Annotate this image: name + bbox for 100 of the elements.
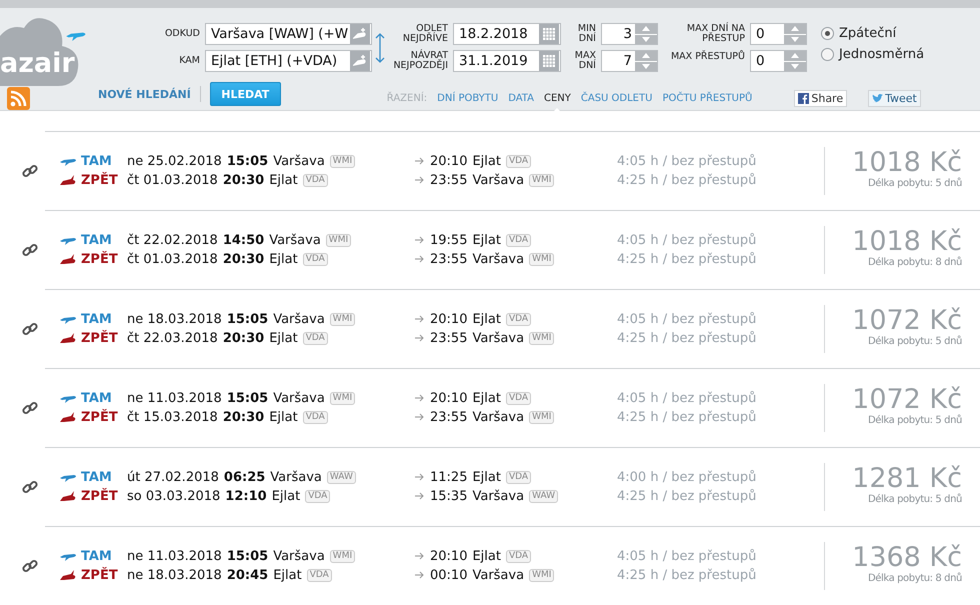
flight-duration: 4:00 h / bez přestupů <box>617 470 758 484</box>
flight-duration: 4:25 h / bez přestupů <box>617 488 758 504</box>
link-icon[interactable] <box>22 162 38 178</box>
arrow-icon <box>415 473 425 481</box>
link-icon[interactable] <box>22 558 38 574</box>
caret-up-icon <box>642 26 650 32</box>
departure-time: 20:30 <box>222 252 264 266</box>
arrival-time: 00:10 <box>430 568 468 582</box>
city-name: Varšava <box>270 470 322 484</box>
stay-length: Délka pobytu: 8 dnů <box>868 572 962 584</box>
airport-code: WMI <box>529 174 554 186</box>
decrement-button[interactable] <box>635 62 657 71</box>
radio-label[interactable]: Zpáteční <box>839 26 896 41</box>
arrival-time: 11:25 <box>430 470 468 484</box>
arrival-time: 20:10 <box>430 548 468 564</box>
airport-code: VDA <box>506 154 532 168</box>
stops-field[interactable]: 0 <box>750 23 807 45</box>
landing-airplane-icon <box>60 570 78 580</box>
flight-date: so 03.03.2018 <box>127 488 220 504</box>
arrival-time: 20:10 <box>430 390 468 406</box>
days-field[interactable]: 7 <box>601 50 658 72</box>
decrement-button[interactable] <box>784 62 806 71</box>
departure-time: 20:45 <box>226 568 268 582</box>
origin-field[interactable]: Varšava [WAW] (+W <box>205 23 372 45</box>
calendar-button[interactable] <box>539 24 559 44</box>
airport-code: VDA <box>302 174 328 186</box>
flight-date: čt 22.03.2018 <box>127 330 218 346</box>
landing-airplane-icon <box>60 490 78 502</box>
radio-label[interactable]: Jednosměrná <box>839 47 924 62</box>
increment-button[interactable] <box>784 24 806 34</box>
airport-code: VDA <box>305 490 330 502</box>
landing-airplane-icon <box>60 412 78 422</box>
link-icon[interactable] <box>22 400 38 416</box>
city-name: Varšava <box>472 252 524 266</box>
flight-duration: 4:25 h / bez přestupů <box>617 172 758 188</box>
increment-button[interactable] <box>635 24 657 34</box>
city-name: Varšava <box>273 548 325 564</box>
city-name: Ejlat <box>273 568 302 582</box>
flight-date: ne 18.03.2018 <box>127 568 222 582</box>
calendar-button[interactable] <box>539 51 559 71</box>
link-icon[interactable] <box>22 478 38 494</box>
city-name: Varšava <box>273 390 325 406</box>
increment-button[interactable] <box>784 51 806 60</box>
tweet-button[interactable]: Tweet <box>868 90 921 106</box>
departure-time: 15:05 <box>226 390 268 406</box>
city-name: Varšava <box>472 172 524 188</box>
direction-label: TAM <box>81 548 112 564</box>
city-name: Varšava <box>472 568 524 582</box>
calendar-icon <box>542 27 556 41</box>
sort-tab[interactable]: CENY <box>544 93 571 114</box>
airport-code: VDA <box>506 550 532 562</box>
swap-icon[interactable] <box>374 32 384 62</box>
flight-duration: 4:05 h / bez přestupů <box>617 548 758 564</box>
city-name: Varšava <box>472 488 524 504</box>
stay-length: Délka pobytu: 5 dnů <box>868 178 962 188</box>
link-icon[interactable] <box>22 320 38 336</box>
city-name: Ejlat <box>272 488 300 504</box>
airplane-icon <box>60 156 78 166</box>
date-field[interactable]: 31.1.2019 <box>453 50 561 72</box>
days-field[interactable]: 3 <box>601 23 658 45</box>
stops-field[interactable]: 0 <box>750 50 807 72</box>
departure-time: 15:05 <box>226 312 268 326</box>
stay-length: Délka pobytu: 5 dnů <box>868 414 962 426</box>
flight-date: čt 01.03.2018 <box>127 172 218 188</box>
city-name: Ejlat <box>269 410 298 424</box>
add-destination-icon[interactable] <box>350 51 370 71</box>
field-label: ODLET NEJDŘÍVE <box>402 24 449 44</box>
rss-icon[interactable] <box>7 87 30 110</box>
airport-code: VDA <box>506 234 532 246</box>
radio-button[interactable] <box>821 48 834 61</box>
arrival-time: 23:55 <box>430 330 468 346</box>
airport-code: WMI <box>529 410 554 424</box>
flight-date: čt 01.03.2018 <box>127 252 218 266</box>
destination-field[interactable]: Ejlat [ETH] (+VDA) <box>205 50 372 72</box>
flight-duration: 4:05 h / bez přestupů <box>617 232 758 248</box>
departure-time: 20:30 <box>222 410 264 424</box>
direction-label: ZPĚT <box>81 252 118 266</box>
airplane-icon <box>60 314 78 324</box>
flight-date: čt 15.03.2018 <box>127 410 218 424</box>
price: 1018 Kč <box>852 226 962 256</box>
direction-label: ZPĚT <box>81 172 118 188</box>
increment-button[interactable] <box>635 51 657 60</box>
decrement-button[interactable] <box>635 34 657 44</box>
city-name: Varšava <box>472 330 524 346</box>
stay-length: Délka pobytu: 5 dnů <box>868 336 962 346</box>
departure-time: 20:30 <box>222 172 264 188</box>
airport-code: WMI <box>330 154 356 168</box>
decrement-button[interactable] <box>784 34 806 44</box>
date-field[interactable]: 18.2.2018 <box>453 23 561 45</box>
arrow-icon <box>415 236 425 244</box>
flight-duration: 4:25 h / bez přestupů <box>617 568 758 582</box>
flight-duration: 4:25 h / bez přestupů <box>617 330 758 346</box>
facebook-share-button[interactable]: Share <box>794 90 848 106</box>
flight-date: ne 11.03.2018 <box>127 390 222 406</box>
link-icon[interactable] <box>22 242 38 258</box>
add-origin-icon[interactable] <box>350 24 370 44</box>
radio-button[interactable] <box>821 27 834 40</box>
flight-date: ne 25.02.2018 <box>127 154 222 168</box>
direction-label: ZPĚT <box>81 330 118 346</box>
city-name: Ejlat <box>472 232 501 248</box>
